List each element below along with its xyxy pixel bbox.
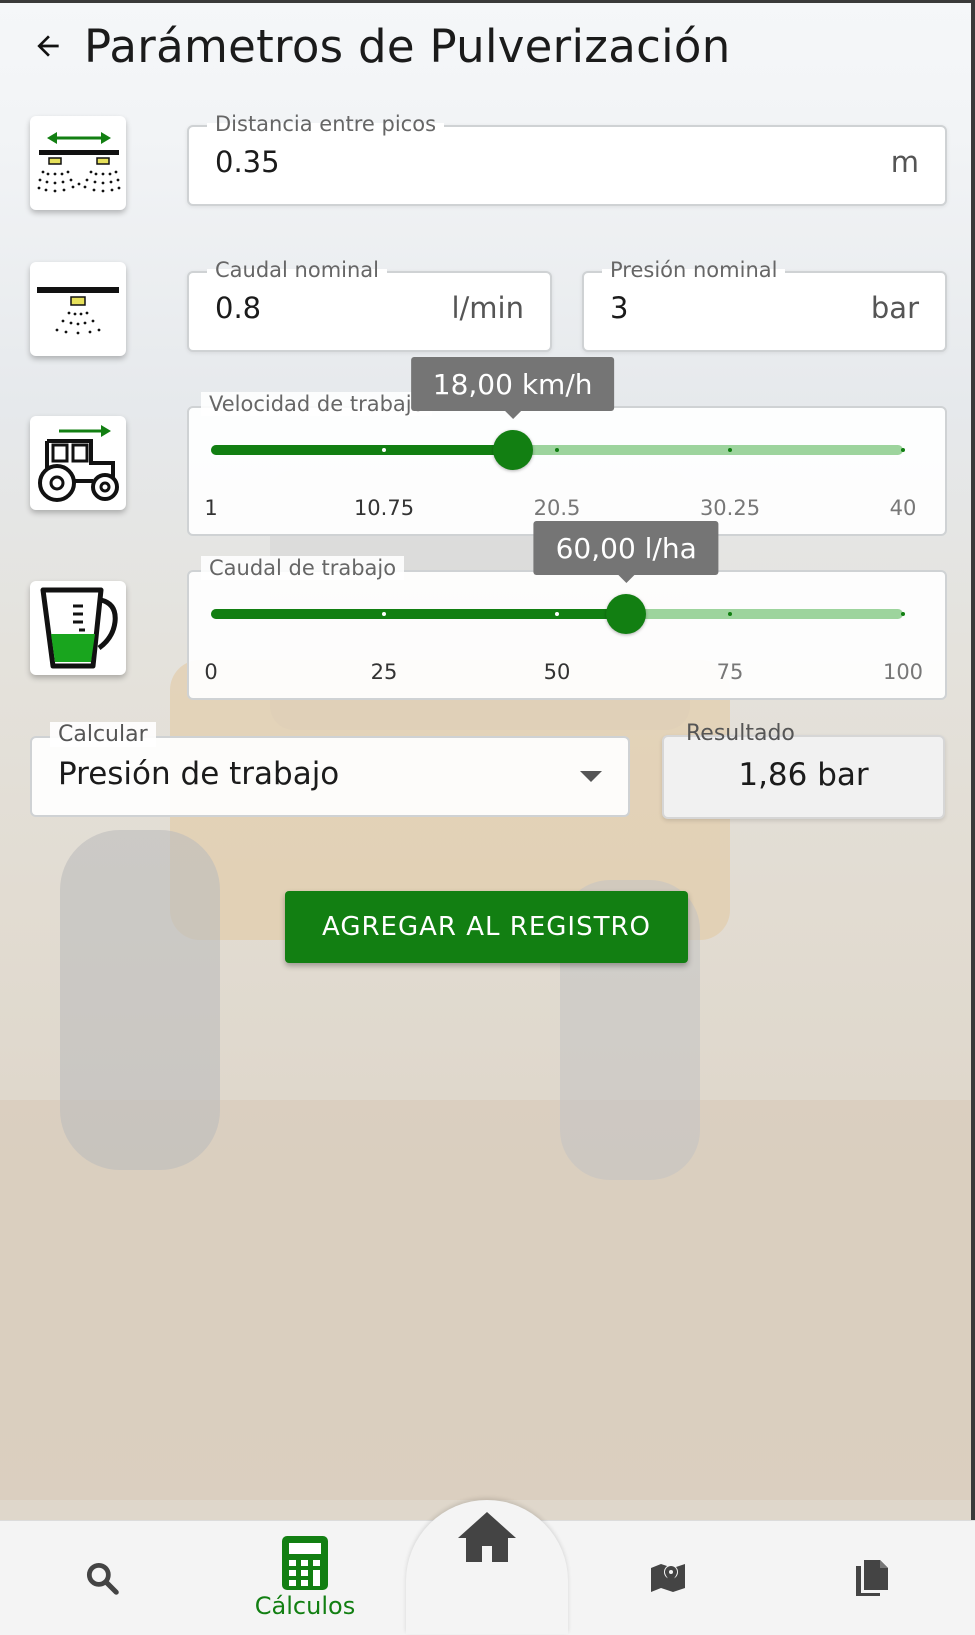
work-speed-ticks: 1 10.75 20.5 30.25 40	[204, 496, 916, 520]
dropdown-caret-icon	[580, 771, 602, 782]
nav-search[interactable]	[62, 1521, 142, 1635]
calculate-selected-value: Presión de trabajo	[58, 756, 340, 792]
result-value: 1,86 bar	[738, 757, 869, 793]
search-icon	[86, 1562, 119, 1595]
nominal-pressure-field[interactable]: Presión nominal 3 bar	[582, 258, 947, 352]
work-speed-tick-label: 40	[889, 496, 917, 520]
work-speed-track[interactable]	[211, 430, 905, 470]
result-label: Resultado	[686, 721, 795, 746]
work-flow-tick-dot	[728, 612, 732, 616]
work-speed-tick-label: 30.25	[699, 496, 761, 520]
nominal-pressure-value: 3	[610, 291, 629, 325]
app-header: Parámetros de Pulverización	[28, 14, 731, 78]
work-flow-thumb[interactable]	[606, 594, 647, 634]
add-to-record-button[interactable]: AGREGAR AL REGISTRO	[285, 891, 688, 963]
work-flow-tick-label: 0	[204, 660, 218, 684]
home-icon	[458, 1512, 516, 1562]
measuring-jug-icon	[30, 581, 126, 675]
work-speed-thumb[interactable]	[492, 430, 533, 470]
back-arrow-icon	[37, 35, 59, 57]
work-speed-tick-label: 1	[204, 496, 218, 520]
page-title: Parámetros de Pulverización	[84, 19, 731, 73]
work-flow-tick-label: 100	[882, 660, 924, 684]
work-speed-label: Velocidad de trabajo	[201, 392, 433, 416]
work-flow-tick-dot	[555, 612, 559, 616]
work-flow-slider[interactable]: Caudal de trabajo 0 25 50 75 100	[187, 556, 947, 700]
calculate-select[interactable]: Calcular Presión de trabajo	[30, 722, 630, 817]
nominal-pressure-unit: bar	[870, 291, 919, 325]
work-speed-tick-dot	[728, 448, 732, 452]
work-flow-tick-label: 50	[543, 660, 571, 684]
work-speed-track-active	[211, 445, 513, 455]
work-flow-tick-dot	[382, 612, 386, 616]
work-speed-tick-dot	[555, 448, 559, 452]
work-flow-ticks: 0 25 50 75 100	[204, 660, 923, 684]
work-flow-track-active	[211, 609, 627, 619]
nav-calculos[interactable]: Cálculos	[240, 1521, 370, 1635]
nominal-pressure-label: Presión nominal	[602, 258, 786, 282]
nozzle-spacing-value: 0.35	[215, 145, 280, 179]
work-speed-slider[interactable]: Velocidad de trabajo 1 10.75 20.5 30.25 …	[187, 392, 947, 536]
work-flow-tick-dot	[901, 612, 905, 616]
work-speed-tooltip: 18,00 km/h	[410, 357, 615, 419]
nozzle-spacing-label: Distancia entre picos	[207, 112, 445, 136]
nominal-flow-label: Caudal nominal	[207, 258, 388, 282]
nav-calculos-label: Cálculos	[254, 1592, 356, 1620]
nav-documents[interactable]	[832, 1521, 912, 1635]
map-icon	[651, 1564, 685, 1592]
nominal-flow-field[interactable]: Caudal nominal 0.8 l/min	[187, 258, 552, 352]
calculator-icon	[282, 1536, 328, 1590]
work-flow-tick-label: 25	[370, 660, 398, 684]
work-speed-tick-dot	[901, 448, 905, 452]
work-flow-track[interactable]	[211, 594, 905, 634]
right-border	[971, 0, 975, 1520]
top-border	[0, 0, 975, 3]
result-box: Resultado 1,86 bar	[662, 721, 945, 819]
work-flow-label: Caudal de trabajo	[201, 556, 405, 580]
nozzle-spacing-field[interactable]: Distancia entre picos 0.35 m	[187, 112, 947, 206]
work-flow-tick-label: 75	[716, 660, 744, 684]
work-speed-tick-label: 20.5	[533, 496, 581, 520]
nominal-flow-unit: l/min	[451, 291, 524, 325]
documents-icon	[856, 1560, 888, 1596]
nozzle-spacing-unit: m	[890, 145, 919, 179]
tractor-icon	[30, 416, 126, 510]
nozzle-icon	[30, 262, 126, 356]
nav-map[interactable]	[628, 1521, 708, 1635]
nozzle-spacing-icon	[30, 116, 126, 210]
work-flow-tooltip: 60,00 l/ha	[533, 521, 719, 583]
work-speed-tick-dot	[382, 448, 386, 452]
calculate-label: Calcular	[50, 722, 156, 747]
back-button[interactable]	[28, 26, 68, 66]
nominal-flow-value: 0.8	[215, 291, 262, 325]
work-speed-tick-label: 10.75	[353, 496, 415, 520]
